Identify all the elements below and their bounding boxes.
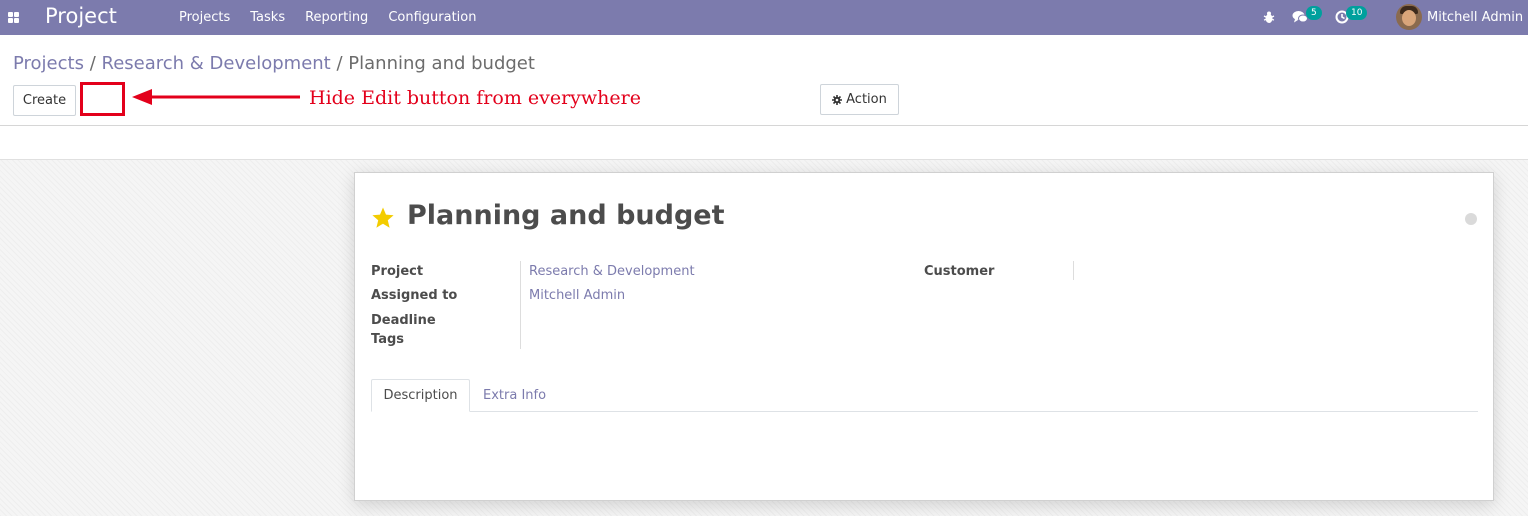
tab-extra-info[interactable]: Extra Info — [483, 379, 546, 412]
arrow-icon — [132, 89, 300, 105]
kanban-state-indicator[interactable] — [1465, 213, 1477, 225]
breadcrumb-projects[interactable]: Projects — [13, 53, 84, 74]
project-label: Project — [371, 264, 424, 279]
breadcrumb-separator: / — [89, 53, 96, 74]
record-title[interactable]: Planning and budget — [407, 200, 725, 231]
chat-count-badge: 5 — [1306, 6, 1322, 20]
gear-icon — [832, 94, 843, 105]
hidden-edit-highlight-box — [80, 82, 125, 116]
annotation-text: Hide Edit button from everywhere — [309, 87, 641, 109]
assigned-to-field[interactable]: Mitchell Admin — [529, 288, 625, 303]
avatar[interactable] — [1396, 4, 1422, 30]
breadcrumb-current: Planning and budget — [348, 53, 535, 74]
activity-count-badge: 10 — [1346, 6, 1368, 20]
action-button[interactable]: Action — [820, 84, 899, 115]
breadcrumb: Projects / Research & Development / Plan… — [13, 53, 535, 74]
menu-item-configuration[interactable]: Configuration — [388, 10, 476, 25]
tags-label: Tags — [371, 332, 405, 347]
breadcrumb-research-development[interactable]: Research & Development — [102, 53, 331, 74]
create-button[interactable]: Create — [13, 85, 76, 116]
main-menu: Projects Tasks Reporting Configuration — [179, 10, 476, 25]
field-divider — [1073, 261, 1074, 280]
control-panel-divider — [0, 125, 1528, 126]
star-icon[interactable] — [371, 206, 395, 230]
tab-description[interactable]: Description — [371, 379, 470, 412]
apps-icon[interactable] — [8, 12, 19, 23]
form-sheet: Planning and budget Project Assigned to … — [354, 172, 1494, 501]
breadcrumb-separator: / — [336, 53, 343, 74]
menu-item-tasks[interactable]: Tasks — [250, 10, 285, 25]
top-navbar: Project Projects Tasks Reporting Configu… — [0, 0, 1528, 35]
app-title[interactable]: Project — [45, 4, 117, 28]
menu-item-projects[interactable]: Projects — [179, 10, 230, 25]
menu-item-reporting[interactable]: Reporting — [305, 10, 368, 25]
bug-icon[interactable] — [1262, 10, 1276, 24]
user-menu-name[interactable]: Mitchell Admin — [1427, 10, 1523, 25]
deadline-label: Deadline — [371, 313, 436, 328]
assigned-to-label: Assigned to — [371, 288, 458, 303]
field-divider — [520, 261, 521, 349]
action-button-label: Action — [846, 92, 887, 107]
project-field[interactable]: Research & Development — [529, 264, 695, 279]
customer-label: Customer — [924, 264, 995, 279]
